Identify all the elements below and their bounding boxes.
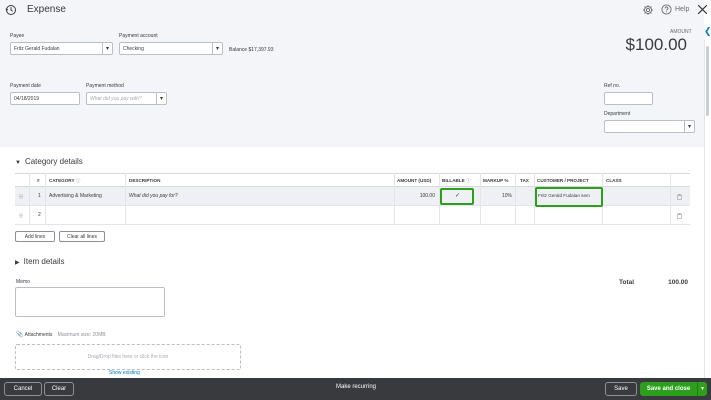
payee-label: Payee [10, 33, 25, 39]
markup-cell[interactable]: 10% [498, 193, 512, 199]
payment-account-value: Checking [123, 46, 144, 52]
memo-textarea[interactable] [15, 287, 165, 317]
amount-cell[interactable]: 100.00 [410, 193, 435, 199]
top-bar: Expense Help [0, 0, 711, 24]
info-icon[interactable]: ⓘ [466, 178, 471, 183]
department-select[interactable]: ▾ [604, 120, 695, 133]
customer-highlight [535, 187, 603, 207]
department-label: Department [604, 111, 631, 117]
footer-bar: Cancel Clear Make recurring Save Save an… [0, 378, 711, 400]
chevron-down-icon[interactable]: ▾ [684, 121, 694, 132]
amount-value: $100.00 [625, 35, 687, 54]
category-details-toggle[interactable]: ▼ Category details [15, 157, 83, 166]
chevron-down-icon[interactable]: ▾ [212, 43, 222, 54]
col-num: # [37, 178, 40, 183]
dropzone-text: Drag/Drop files here or click the icon [87, 354, 169, 360]
column-divider [394, 173, 395, 225]
col-amount: AMOUNT (USD) [397, 178, 432, 183]
col-customer: CUSTOMER / PROJECT [537, 178, 589, 183]
ref-no-label: Ref no. [604, 83, 621, 89]
column-divider [125, 173, 126, 225]
make-recurring-button[interactable]: Make recurring [320, 384, 392, 390]
column-divider [29, 173, 30, 225]
balance-text: Balance $17,397.93 [229, 47, 274, 53]
drag-handle-icon[interactable] [19, 213, 23, 218]
info-icon[interactable]: ⓘ [76, 178, 81, 183]
col-description: DESCRIPTION [129, 178, 161, 183]
payment-method-placeholder: What did you pay with? [90, 96, 142, 102]
memo-label: Memo [16, 279, 30, 285]
drag-handle-icon[interactable] [19, 194, 23, 199]
column-divider [45, 173, 46, 225]
column-divider [480, 173, 481, 225]
category-cell[interactable]: Advertising & Marketing [49, 193, 102, 199]
save-button[interactable]: Save [605, 382, 637, 396]
payment-method-select[interactable]: What did you pay with? ▾ [86, 92, 167, 105]
page-title: Expense [27, 4, 66, 15]
billable-highlight [440, 188, 474, 205]
payee-select[interactable]: Fritz Gerald Fudalan ▾ [10, 42, 113, 55]
total-label: Total [619, 279, 635, 286]
attachments-dropzone[interactable]: Drag/Drop files here or click the icon [15, 344, 241, 370]
help-icon[interactable] [661, 4, 672, 15]
payment-account-label: Payment account [119, 33, 158, 39]
item-details-title: Item details [23, 257, 65, 266]
add-lines-button[interactable]: Add lines [15, 231, 55, 242]
caret-right-icon: ▶ [15, 260, 20, 266]
payment-date-label: Payment date [10, 83, 41, 89]
help-link[interactable]: Help [675, 6, 689, 13]
history-icon[interactable] [5, 4, 17, 16]
chevron-down-icon[interactable]: ▼ [697, 382, 707, 396]
payment-date-input[interactable]: 04/18/2019 [10, 92, 80, 105]
clear-button[interactable]: Clear [44, 382, 74, 396]
trash-icon[interactable] [677, 213, 682, 219]
cancel-button[interactable]: Cancel [4, 382, 42, 396]
total-value: 100.00 [668, 279, 688, 286]
trash-icon[interactable] [677, 194, 682, 200]
payment-method-label: Payment method [86, 83, 124, 89]
attachments-header: 📎 Attachments Maximum size: 20MB [16, 331, 106, 338]
chevron-left-icon[interactable]: ❮ [704, 26, 711, 38]
caret-down-icon: ▼ [15, 160, 21, 166]
gear-icon[interactable] [642, 4, 654, 16]
column-divider [515, 173, 516, 225]
table-row[interactable]: 2 [15, 206, 690, 225]
show-existing-link[interactable]: Show existing [109, 370, 140, 376]
description-cell[interactable]: What did you pay for? [129, 193, 178, 199]
col-markup: MARKUP % [483, 178, 509, 183]
attachments-max-size: Maximum size: 20MB [57, 332, 106, 338]
payment-account-select[interactable]: Checking ▾ [119, 42, 223, 55]
col-tax: TAX [520, 178, 529, 183]
scrollbar-thumb[interactable] [706, 46, 709, 116]
clear-all-lines-button[interactable]: Clear all lines [59, 231, 105, 242]
row-number: 1 [38, 193, 41, 199]
item-details-toggle[interactable]: ▶ Item details [15, 257, 65, 266]
row-number: 2 [38, 212, 41, 218]
attachments-label: Attachments [24, 332, 53, 338]
chevron-down-icon[interactable]: ▾ [102, 43, 112, 54]
col-class: CLASS [606, 178, 622, 183]
chevron-down-icon[interactable]: ▾ [156, 93, 166, 104]
ref-no-input[interactable] [604, 92, 653, 105]
col-category: CATEGORY ⓘ [49, 178, 81, 183]
table-header: # CATEGORY ⓘ DESCRIPTION AMOUNT (USD) BI… [15, 173, 690, 187]
payment-date-value: 04/18/2019 [14, 96, 40, 102]
close-icon[interactable] [696, 3, 709, 16]
category-details-title: Category details [24, 157, 83, 166]
column-divider [670, 173, 671, 225]
save-and-close-label: Save and close [646, 386, 691, 392]
payee-value: Fritz Gerald Fudalan [14, 46, 60, 52]
save-and-close-button[interactable]: Save and close ▼ [640, 382, 707, 396]
col-billable: BILLABLE ⓘ [442, 178, 471, 183]
paperclip-icon: 📎 [16, 332, 24, 338]
